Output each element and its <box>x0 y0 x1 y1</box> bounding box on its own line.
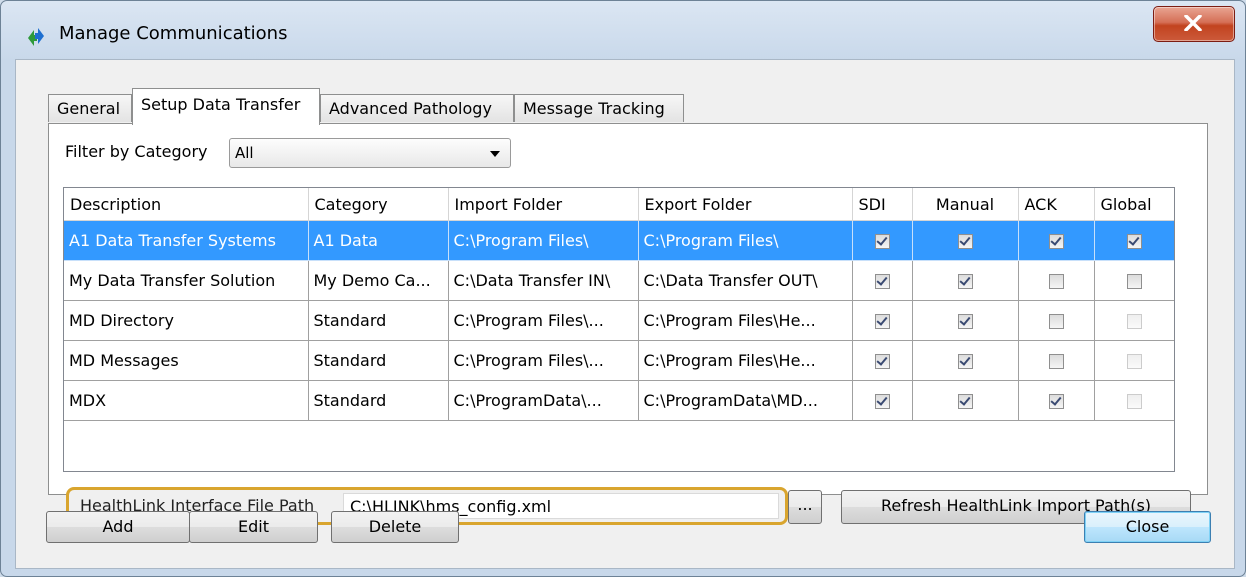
sdi-checkbox[interactable] <box>874 354 890 369</box>
global-checkbox[interactable] <box>1126 274 1142 289</box>
manual-checkbox[interactable] <box>957 234 973 249</box>
add-button[interactable]: Add <box>46 511 190 543</box>
table-row[interactable]: My Data Transfer Solution My Demo Ca... C:… <box>64 260 1174 301</box>
cell-import: C:\Program Files\... <box>448 340 639 381</box>
manual-checkbox[interactable] <box>957 354 973 369</box>
cell-export: C:\Program Files\He... <box>638 300 853 341</box>
cell-description: MD Messages <box>64 340 309 381</box>
filter-by-category-label: Filter by Category <box>65 142 208 161</box>
cell-import: C:\Data Transfer IN\ <box>448 260 639 301</box>
cell-ack <box>1018 260 1095 301</box>
sync-arrows-icon <box>25 26 47 48</box>
ack-checkbox[interactable] <box>1048 354 1064 369</box>
tab-message-tracking[interactable]: Message Tracking <box>514 94 684 122</box>
ack-checkbox[interactable] <box>1048 394 1064 409</box>
cell-sdi <box>852 340 913 381</box>
table-row[interactable]: A1 Data Transfer Systems A1 Data C:\Progra… <box>64 220 1174 261</box>
grid-header-row: Description Category Import Folder Expor… <box>64 188 1174 221</box>
setup-data-transfer-panel: Filter by Category All Description Categ… <box>48 123 1208 495</box>
cell-description: My Data Transfer Solution <box>64 260 309 301</box>
column-header-import-folder[interactable]: Import Folder <box>448 188 639 221</box>
global-checkbox[interactable] <box>1126 394 1142 409</box>
cell-manual <box>912 380 1019 421</box>
manual-checkbox[interactable] <box>957 394 973 409</box>
delete-button[interactable]: Delete <box>331 511 459 543</box>
cell-category: Standard <box>308 380 449 421</box>
close-icon <box>1184 15 1202 31</box>
data-transfer-grid: Description Category Import Folder Expor… <box>63 187 1175 472</box>
title-bar[interactable]: Manage Communications <box>1 1 1245 59</box>
cell-sdi <box>852 220 913 261</box>
cell-manual <box>912 340 1019 381</box>
edit-button[interactable]: Edit <box>189 511 318 543</box>
cell-category: Standard <box>308 340 449 381</box>
sdi-checkbox[interactable] <box>874 274 890 289</box>
cell-import: C:\Program Files\... <box>448 300 639 341</box>
tab-advanced-pathology[interactable]: Advanced Pathology <box>320 94 514 122</box>
window-close-button[interactable] <box>1153 6 1235 42</box>
table-row[interactable]: MDX Standard C:\ProgramData\... C:\ProgramD… <box>64 380 1174 421</box>
sdi-checkbox[interactable] <box>874 314 890 329</box>
chevron-down-icon <box>490 151 500 157</box>
browse-button[interactable]: ... <box>788 490 822 524</box>
tab-general[interactable]: General <box>48 94 132 122</box>
ack-checkbox[interactable] <box>1048 234 1064 249</box>
column-header-sdi[interactable]: SDI <box>852 188 913 221</box>
close-button[interactable]: Close <box>1084 511 1211 543</box>
global-checkbox[interactable] <box>1126 354 1142 369</box>
tab-setup-data-transfer[interactable]: Setup Data Transfer <box>132 88 320 125</box>
dialog-client-area: General Setup Data Transfer Advanced Pat… <box>15 59 1235 569</box>
cell-ack <box>1018 340 1095 381</box>
cell-ack <box>1018 220 1095 261</box>
cell-sdi <box>852 300 913 341</box>
cell-ack <box>1018 380 1095 421</box>
cell-description: A1 Data Transfer Systems <box>64 220 309 261</box>
sdi-checkbox[interactable] <box>874 234 890 249</box>
cell-export: C:\Program Files\He... <box>638 340 853 381</box>
cell-category: My Demo Ca... <box>308 260 449 301</box>
window-title: Manage Communications <box>59 23 288 44</box>
cell-export: C:\ProgramData\MD... <box>638 380 853 421</box>
cell-import: C:\ProgramData\... <box>448 380 639 421</box>
column-header-description[interactable]: Description <box>64 188 309 221</box>
manual-checkbox[interactable] <box>957 314 973 329</box>
cell-global <box>1094 300 1174 341</box>
cell-import: C:\Program Files\ <box>448 220 639 261</box>
cell-category: Standard <box>308 300 449 341</box>
global-checkbox[interactable] <box>1126 314 1142 329</box>
column-header-category[interactable]: Category <box>308 188 449 221</box>
cell-ack <box>1018 300 1095 341</box>
cell-global <box>1094 380 1174 421</box>
column-header-export-folder[interactable]: Export Folder <box>638 188 853 221</box>
cell-description: MDX <box>64 380 309 421</box>
column-header-global[interactable]: Global <box>1094 188 1174 221</box>
manage-communications-window: Manage Communications General Setup Data… <box>0 0 1246 577</box>
cell-global <box>1094 340 1174 381</box>
global-checkbox[interactable] <box>1126 234 1142 249</box>
table-row[interactable]: MD Directory Standard C:\Program Files\...… <box>64 300 1174 341</box>
ack-checkbox[interactable] <box>1048 314 1064 329</box>
cell-category: A1 Data <box>308 220 449 261</box>
cell-manual <box>912 300 1019 341</box>
sdi-checkbox[interactable] <box>874 394 890 409</box>
cell-manual <box>912 220 1019 261</box>
category-filter-value: All <box>235 144 254 162</box>
cell-export: C:\Program Files\ <box>638 220 853 261</box>
manual-checkbox[interactable] <box>957 274 973 289</box>
cell-global <box>1094 220 1174 261</box>
cell-description: MD Directory <box>64 300 309 341</box>
cell-sdi <box>852 260 913 301</box>
column-header-ack[interactable]: ACK <box>1018 188 1095 221</box>
table-row[interactable]: MD Messages Standard C:\Program Files\... C… <box>64 340 1174 381</box>
ack-checkbox[interactable] <box>1048 274 1064 289</box>
cell-sdi <box>852 380 913 421</box>
cell-export: C:\Data Transfer OUT\ <box>638 260 853 301</box>
cell-manual <box>912 260 1019 301</box>
column-header-manual[interactable]: Manual <box>912 188 1019 221</box>
cell-global <box>1094 260 1174 301</box>
category-filter-dropdown[interactable]: All <box>229 138 511 168</box>
